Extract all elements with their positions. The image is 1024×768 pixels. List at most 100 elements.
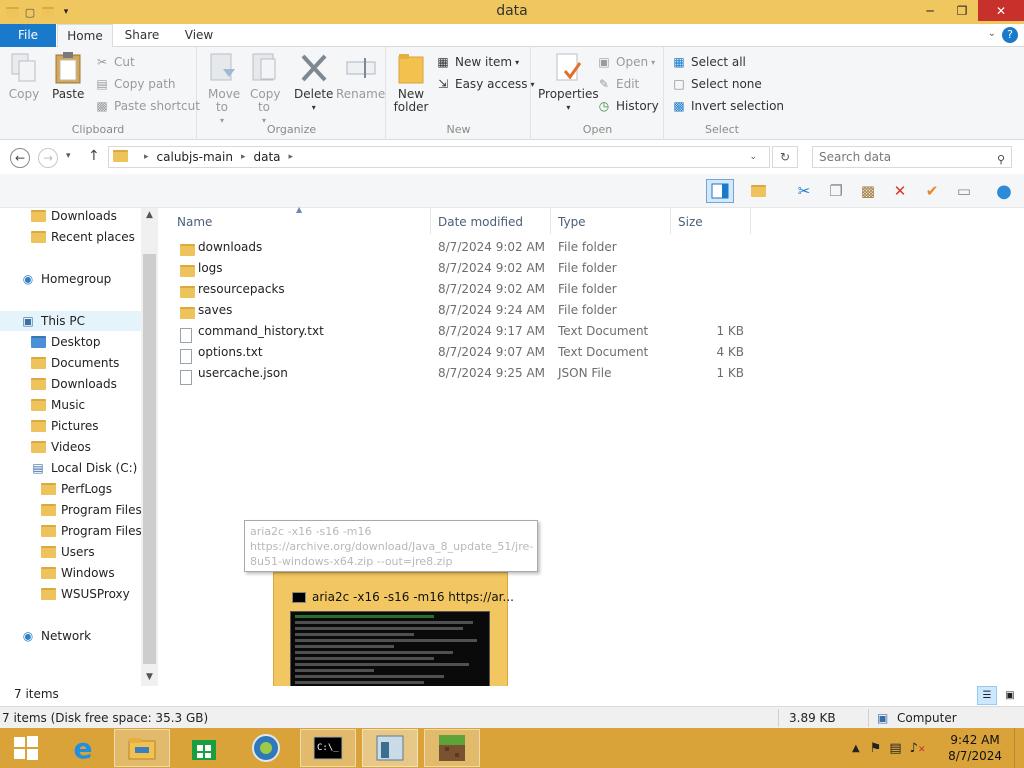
nav-item-wsusproxy[interactable]: WSUSProxy: [40, 584, 130, 604]
invert-selection-button[interactable]: ▩ Invert selection: [671, 96, 784, 116]
copy-path-button[interactable]: ▤ Copy path: [94, 74, 175, 94]
nav-item-users[interactable]: Users: [40, 542, 95, 562]
column-header-size[interactable]: Size: [678, 212, 703, 232]
nav-item-music[interactable]: Music: [30, 395, 85, 415]
minecraft-taskbar-button[interactable]: [424, 729, 480, 767]
file-explorer-taskbar-button[interactable]: [114, 729, 170, 767]
breadcrumb-item[interactable]: data: [253, 150, 280, 164]
back-button[interactable]: ←: [10, 148, 30, 168]
table-row[interactable]: usercache.json 8/7/2024 9:25 AM JSON File 1…: [178, 363, 918, 385]
start-button[interactable]: [0, 729, 52, 767]
nav-item-local-disk[interactable]: ▤ Local Disk (C:): [30, 458, 137, 478]
paste-button[interactable]: Paste: [52, 51, 84, 101]
breadcrumb-chevron-icon[interactable]: ▸: [289, 152, 294, 162]
forward-button[interactable]: →: [38, 148, 58, 168]
easy-access-button[interactable]: ⇲ Easy access ▾: [435, 74, 535, 94]
rename-icon[interactable]: ▭: [952, 179, 976, 203]
up-icon[interactable]: ↑: [88, 148, 100, 164]
move-to-button[interactable]: Move to ▾: [206, 51, 240, 127]
tab-home[interactable]: Home: [57, 24, 113, 48]
tab-view[interactable]: View: [176, 24, 222, 47]
customize-qat-icon[interactable]: ▾: [58, 4, 74, 20]
column-separator[interactable]: [430, 208, 431, 234]
table-row[interactable]: command_history.txt 8/7/2024 9:17 AM Text …: [178, 321, 918, 343]
globe-app-taskbar-button[interactable]: [238, 729, 294, 767]
help-icon[interactable]: ?: [1002, 27, 1018, 43]
app-taskbar-button[interactable]: [362, 729, 418, 767]
nav-item-homegroup[interactable]: ◉ Homegroup: [20, 269, 112, 289]
nav-item-recent-places[interactable]: Recent places: [30, 227, 135, 247]
delete-icon[interactable]: ✕: [888, 179, 912, 203]
nav-pane-scrollbar[interactable]: ▲ ▼: [141, 208, 158, 686]
breadcrumb-chevron-icon[interactable]: ▸: [241, 152, 246, 162]
nav-item-downloads[interactable]: Downloads: [30, 206, 117, 226]
preview-pane-icon[interactable]: [706, 179, 734, 203]
properties-folder-icon[interactable]: [746, 179, 770, 203]
new-folder-button[interactable]: New folder: [393, 51, 429, 114]
rename-button[interactable]: Rename: [336, 51, 385, 101]
show-desktop-button[interactable]: [1014, 728, 1024, 768]
refresh-button[interactable]: ↻: [772, 146, 798, 168]
internet-explorer-taskbar-button[interactable]: e: [55, 729, 111, 767]
paste-shortcut-button[interactable]: ▩ Paste shortcut: [94, 96, 200, 116]
nav-item-videos[interactable]: Videos: [30, 437, 91, 457]
nav-item-network[interactable]: ◉ Network: [20, 626, 91, 646]
copy-to-button[interactable]: Copy to ▾: [248, 51, 280, 127]
store-taskbar-button[interactable]: [176, 729, 232, 767]
cut-icon[interactable]: ✂: [792, 179, 816, 203]
open-button[interactable]: ▣ Open ▾: [596, 52, 655, 72]
close-button[interactable]: ✕: [978, 0, 1024, 21]
nav-item-windows[interactable]: Windows: [40, 563, 115, 583]
table-row[interactable]: downloads 8/7/2024 9:02 AM File folder: [178, 237, 918, 258]
select-all-button[interactable]: ▦ Select all: [671, 52, 746, 72]
globe-icon[interactable]: ●: [992, 179, 1016, 203]
breadcrumb-item[interactable]: calubjs-main: [157, 150, 233, 164]
scroll-down-arrow-icon[interactable]: ▼: [141, 672, 158, 682]
cut-button[interactable]: ✂ Cut: [94, 52, 135, 72]
column-header-date[interactable]: Date modified: [438, 212, 523, 232]
nav-item-program-files-x86[interactable]: Program Files (: [40, 521, 150, 541]
column-header-type[interactable]: Type: [558, 212, 586, 232]
system-clock[interactable]: 9:42 AM 8/7/2024: [948, 732, 1002, 764]
history-button[interactable]: ◷ History: [596, 96, 659, 116]
checkmark-icon[interactable]: ✔: [920, 179, 944, 203]
select-none-button[interactable]: □ Select none: [671, 74, 761, 94]
minimize-button[interactable]: ─: [914, 0, 946, 21]
delete-button[interactable]: Delete ▾: [294, 51, 333, 114]
scrollbar-thumb[interactable]: [143, 254, 156, 664]
table-row[interactable]: logs 8/7/2024 9:02 AM File folder: [178, 258, 918, 279]
action-center-flag-icon[interactable]: ⚑: [870, 741, 882, 756]
nav-item-desktop[interactable]: Desktop: [30, 332, 101, 352]
table-row[interactable]: saves 8/7/2024 9:24 AM File folder: [178, 300, 918, 321]
new-folder-icon[interactable]: [40, 4, 56, 20]
recent-locations-icon[interactable]: ▾: [66, 151, 71, 161]
column-header-name[interactable]: Name: [177, 212, 212, 232]
command-prompt-taskbar-button[interactable]: C:\_: [300, 729, 356, 767]
copy-icon[interactable]: ❐: [824, 179, 848, 203]
table-row[interactable]: resourcepacks 8/7/2024 9:02 AM File folder: [178, 279, 918, 300]
column-separator[interactable]: [550, 208, 551, 234]
nav-item-program-files[interactable]: Program Files: [40, 500, 142, 520]
edit-button[interactable]: ✎ Edit: [596, 74, 639, 94]
network-tray-icon[interactable]: ▤: [889, 741, 901, 756]
nav-item-perflogs[interactable]: PerfLogs: [40, 479, 112, 499]
tab-share[interactable]: Share: [118, 24, 166, 47]
nav-item-documents[interactable]: Documents: [30, 353, 119, 373]
large-icons-view-icon[interactable]: ▣: [1000, 686, 1020, 705]
paste-icon[interactable]: ▩: [856, 179, 880, 203]
new-item-button[interactable]: ▦ New item ▾: [435, 52, 519, 72]
table-row[interactable]: options.txt 8/7/2024 9:07 AM Text Document…: [178, 342, 918, 364]
column-separator[interactable]: [750, 208, 751, 234]
properties-button[interactable]: Properties ▾: [538, 51, 599, 114]
properties-icon[interactable]: ▢: [22, 4, 38, 20]
nav-item-downloads-2[interactable]: Downloads: [30, 374, 117, 394]
details-view-icon[interactable]: ☰: [977, 686, 997, 705]
address-box[interactable]: ▸ calubjs-main ▸ data ▸ ⌄: [108, 146, 770, 168]
scroll-up-arrow-icon[interactable]: ▲: [141, 210, 158, 220]
column-separator[interactable]: [670, 208, 671, 234]
nav-item-pictures[interactable]: Pictures: [30, 416, 99, 436]
nav-item-this-pc[interactable]: ▣ This PC: [0, 311, 141, 331]
copy-button[interactable]: Copy: [8, 51, 40, 101]
volume-muted-icon[interactable]: ♪✕: [910, 741, 926, 756]
show-hidden-icons-icon[interactable]: ▲: [852, 743, 860, 754]
